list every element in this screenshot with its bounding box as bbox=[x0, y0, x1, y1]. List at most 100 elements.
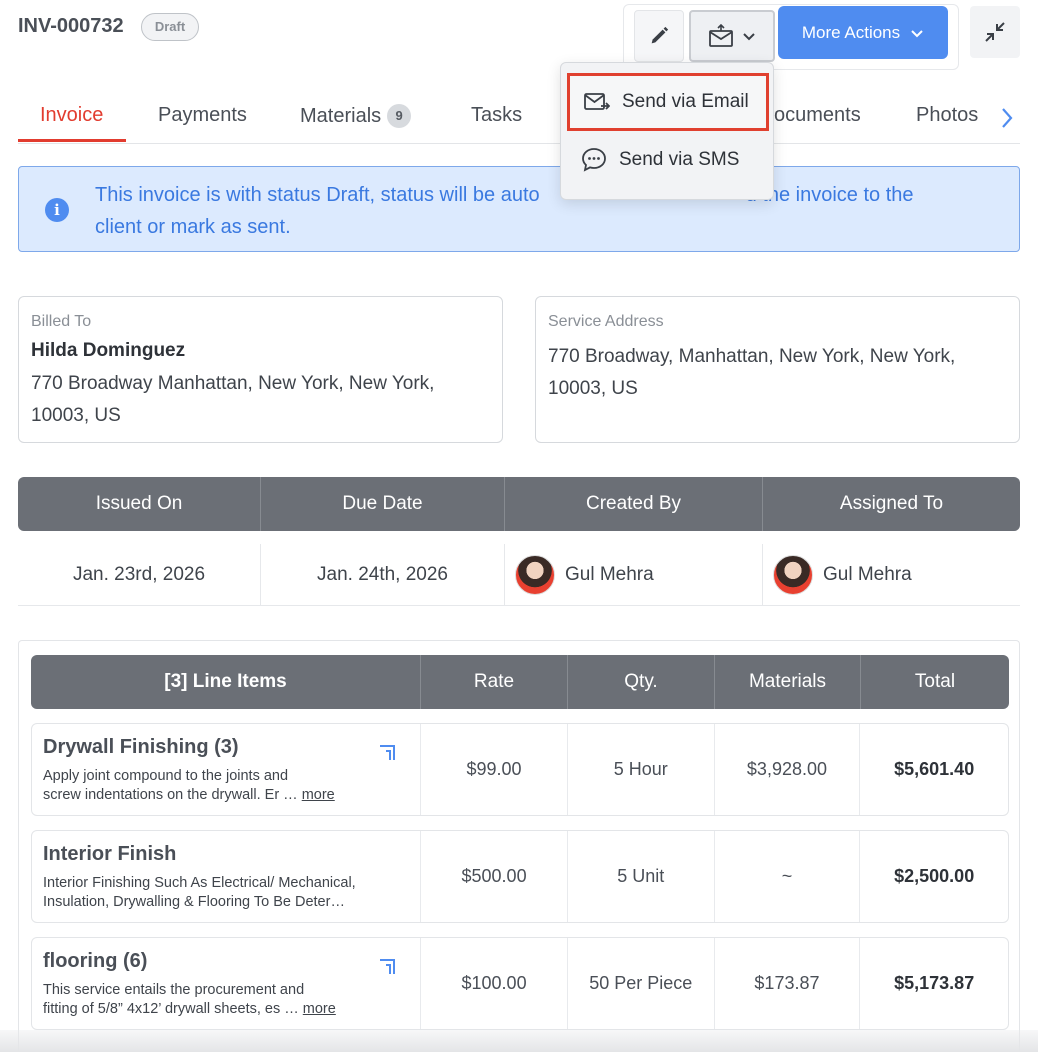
service-address-card: Service Address 770 Broadway, Manhattan,… bbox=[535, 296, 1020, 443]
billed-to-address-line2: 10003, US bbox=[31, 405, 121, 426]
item-rate: $100.00 bbox=[421, 938, 568, 1029]
send-via-sms-option[interactable]: Send via SMS bbox=[567, 131, 769, 189]
item-description: Apply joint compound to the joints and s… bbox=[43, 767, 373, 805]
banner-text-before: This invoice is with status Draft, statu… bbox=[95, 184, 540, 206]
meta-value-row: Jan. 23rd, 2026 Jan. 24th, 2026 Gul Mehr… bbox=[18, 544, 1020, 606]
table-row[interactable]: Interior Finish Interior Finishing Such … bbox=[31, 830, 1009, 923]
meta-header-created-by: Created By bbox=[505, 477, 763, 531]
tab-materials-label: Materials bbox=[300, 105, 382, 127]
more-actions-label: More Actions bbox=[801, 22, 901, 42]
tabs-next-button[interactable] bbox=[996, 104, 1018, 132]
item-description: This service entails the procurement and… bbox=[43, 981, 373, 1019]
meta-header-issued-on: Issued On bbox=[18, 477, 261, 531]
item-total: $2,500.00 bbox=[894, 866, 975, 886]
email-send-icon bbox=[584, 93, 610, 110]
created-by-value: Gul Mehra bbox=[565, 563, 654, 585]
tab-documents[interactable]: ocuments bbox=[774, 104, 861, 127]
edit-button[interactable] bbox=[634, 10, 684, 62]
envelope-send-icon bbox=[709, 24, 733, 47]
info-banner: i This invoice is with status Draft, sta… bbox=[18, 166, 1020, 252]
header-qty: Qty. bbox=[568, 655, 715, 709]
banner-text: This invoice is with status Draft, statu… bbox=[95, 179, 995, 243]
service-address-label: Service Address bbox=[548, 313, 664, 330]
item-name: Drywall Finishing (3) bbox=[43, 736, 239, 758]
service-address: 770 Broadway, Manhattan, New York, New Y… bbox=[548, 341, 1008, 405]
billed-to-address: 770 Broadway Manhattan, New York, New Yo… bbox=[31, 368, 491, 432]
more-link[interactable]: more bbox=[302, 787, 335, 803]
item-qty: 50 Per Piece bbox=[568, 938, 715, 1029]
tab-bar: Invoice Payments Materials 9 Tasks ocumen… bbox=[18, 92, 1020, 144]
item-desc-line1: Interior Finishing Such As Electrical/ M… bbox=[43, 875, 356, 891]
header-rate: Rate bbox=[421, 655, 568, 709]
collapse-button[interactable] bbox=[970, 6, 1020, 58]
item-description-cell: Interior Finish Interior Finishing Such … bbox=[32, 831, 422, 922]
tab-photos[interactable]: Photos bbox=[916, 104, 978, 127]
more-link[interactable]: more bbox=[303, 1001, 336, 1017]
created-by-cell: Gul Mehra bbox=[505, 544, 763, 605]
item-desc-line1: This service entails the procurement and bbox=[43, 982, 305, 998]
meta-header-assigned-to: Assigned To bbox=[839, 493, 944, 514]
table-row[interactable]: flooring (6) This service entails the pr… bbox=[31, 937, 1009, 1030]
service-address-line1: 770 Broadway, Manhattan, New York, New Y… bbox=[548, 346, 956, 367]
invoice-id: INV-000732 bbox=[18, 15, 124, 37]
assigned-to-cell: Gul Mehra bbox=[763, 544, 1020, 605]
item-desc-line2: Insulation, Drywalling & Flooring To Be … bbox=[43, 894, 345, 910]
info-icon: i bbox=[45, 198, 69, 222]
tab-tasks[interactable]: Tasks bbox=[471, 104, 522, 127]
billed-to-card: Billed To Hilda Dominguez 770 Broadway M… bbox=[18, 296, 503, 443]
bottom-scroll-fade bbox=[0, 1030, 1038, 1052]
billed-to-label: Billed To bbox=[31, 313, 92, 330]
action-toolbar: More Actions bbox=[623, 4, 959, 70]
item-desc-line2: screw indentations on the drywall. Er … bbox=[43, 787, 298, 803]
header-total: Total bbox=[914, 671, 956, 692]
link-arrow-icon[interactable] bbox=[377, 742, 399, 764]
item-rate: $99.00 bbox=[421, 724, 568, 815]
item-desc-line2: fitting of 5/8” 4x12’ drywall sheets, es… bbox=[43, 1001, 299, 1017]
chevron-down-icon bbox=[743, 33, 755, 41]
send-dropdown-button[interactable] bbox=[689, 10, 775, 62]
send-via-sms-label: Send via SMS bbox=[619, 149, 740, 170]
sms-chat-icon bbox=[582, 148, 606, 172]
line-items-title: [3] Line Items bbox=[31, 655, 421, 709]
meta-header-due-date: Due Date bbox=[261, 477, 505, 531]
more-actions-button[interactable]: More Actions bbox=[778, 6, 948, 59]
banner-text-line2: client or mark as sent. bbox=[95, 216, 291, 238]
send-via-email-option[interactable]: Send via Email bbox=[567, 73, 769, 131]
item-materials: ~ bbox=[715, 831, 861, 922]
billed-to-address-line1: 770 Broadway Manhattan, New York, New Yo… bbox=[31, 373, 435, 394]
item-description: Interior Finishing Such As Electrical/ M… bbox=[43, 874, 373, 912]
chevron-down-icon bbox=[911, 29, 923, 37]
tab-invoice[interactable]: Invoice bbox=[40, 104, 103, 127]
item-qty: 5 Unit bbox=[568, 831, 715, 922]
invoice-meta-table: Issued On Due Date Created By Assigned T… bbox=[18, 477, 1020, 607]
header: INV-000732 Draft More Actions bbox=[0, 0, 1038, 70]
avatar bbox=[773, 554, 813, 595]
materials-count-badge: 9 bbox=[387, 104, 412, 128]
avatar bbox=[515, 554, 555, 595]
assigned-to-value: Gul Mehra bbox=[823, 563, 912, 585]
item-total: $5,173.87 bbox=[894, 973, 975, 993]
table-row[interactable]: Drywall Finishing (3) Apply joint compou… bbox=[31, 723, 1009, 816]
link-arrow-icon[interactable] bbox=[377, 956, 399, 978]
tab-materials[interactable]: Materials 9 bbox=[300, 104, 412, 128]
send-dropdown-menu: Send via Email Send via SMS bbox=[560, 62, 774, 200]
item-rate: $500.00 bbox=[421, 831, 568, 922]
collapse-arrows-icon bbox=[985, 22, 1005, 42]
send-via-email-label: Send via Email bbox=[622, 91, 749, 112]
item-desc-line1: Apply joint compound to the joints and bbox=[43, 768, 289, 784]
service-address-line2: 10003, US bbox=[548, 378, 638, 399]
item-name: flooring (6) bbox=[43, 950, 148, 972]
item-description-cell: flooring (6) This service entails the pr… bbox=[32, 938, 422, 1029]
tab-payments[interactable]: Payments bbox=[158, 104, 247, 127]
chevron-right-icon bbox=[1002, 108, 1013, 128]
active-tab-underline bbox=[18, 139, 126, 142]
item-description-cell: Drywall Finishing (3) Apply joint compou… bbox=[32, 724, 422, 815]
item-materials: $173.87 bbox=[715, 938, 861, 1029]
item-total: $5,601.40 bbox=[894, 759, 975, 779]
pencil-icon bbox=[651, 26, 669, 44]
status-badge: Draft bbox=[141, 13, 199, 41]
due-date-value: Jan. 24th, 2026 bbox=[261, 544, 505, 605]
meta-header-row: Issued On Due Date Created By Assigned T… bbox=[18, 477, 1020, 531]
header-materials: Materials bbox=[715, 655, 861, 709]
billed-to-name: Hilda Dominguez bbox=[31, 340, 186, 361]
